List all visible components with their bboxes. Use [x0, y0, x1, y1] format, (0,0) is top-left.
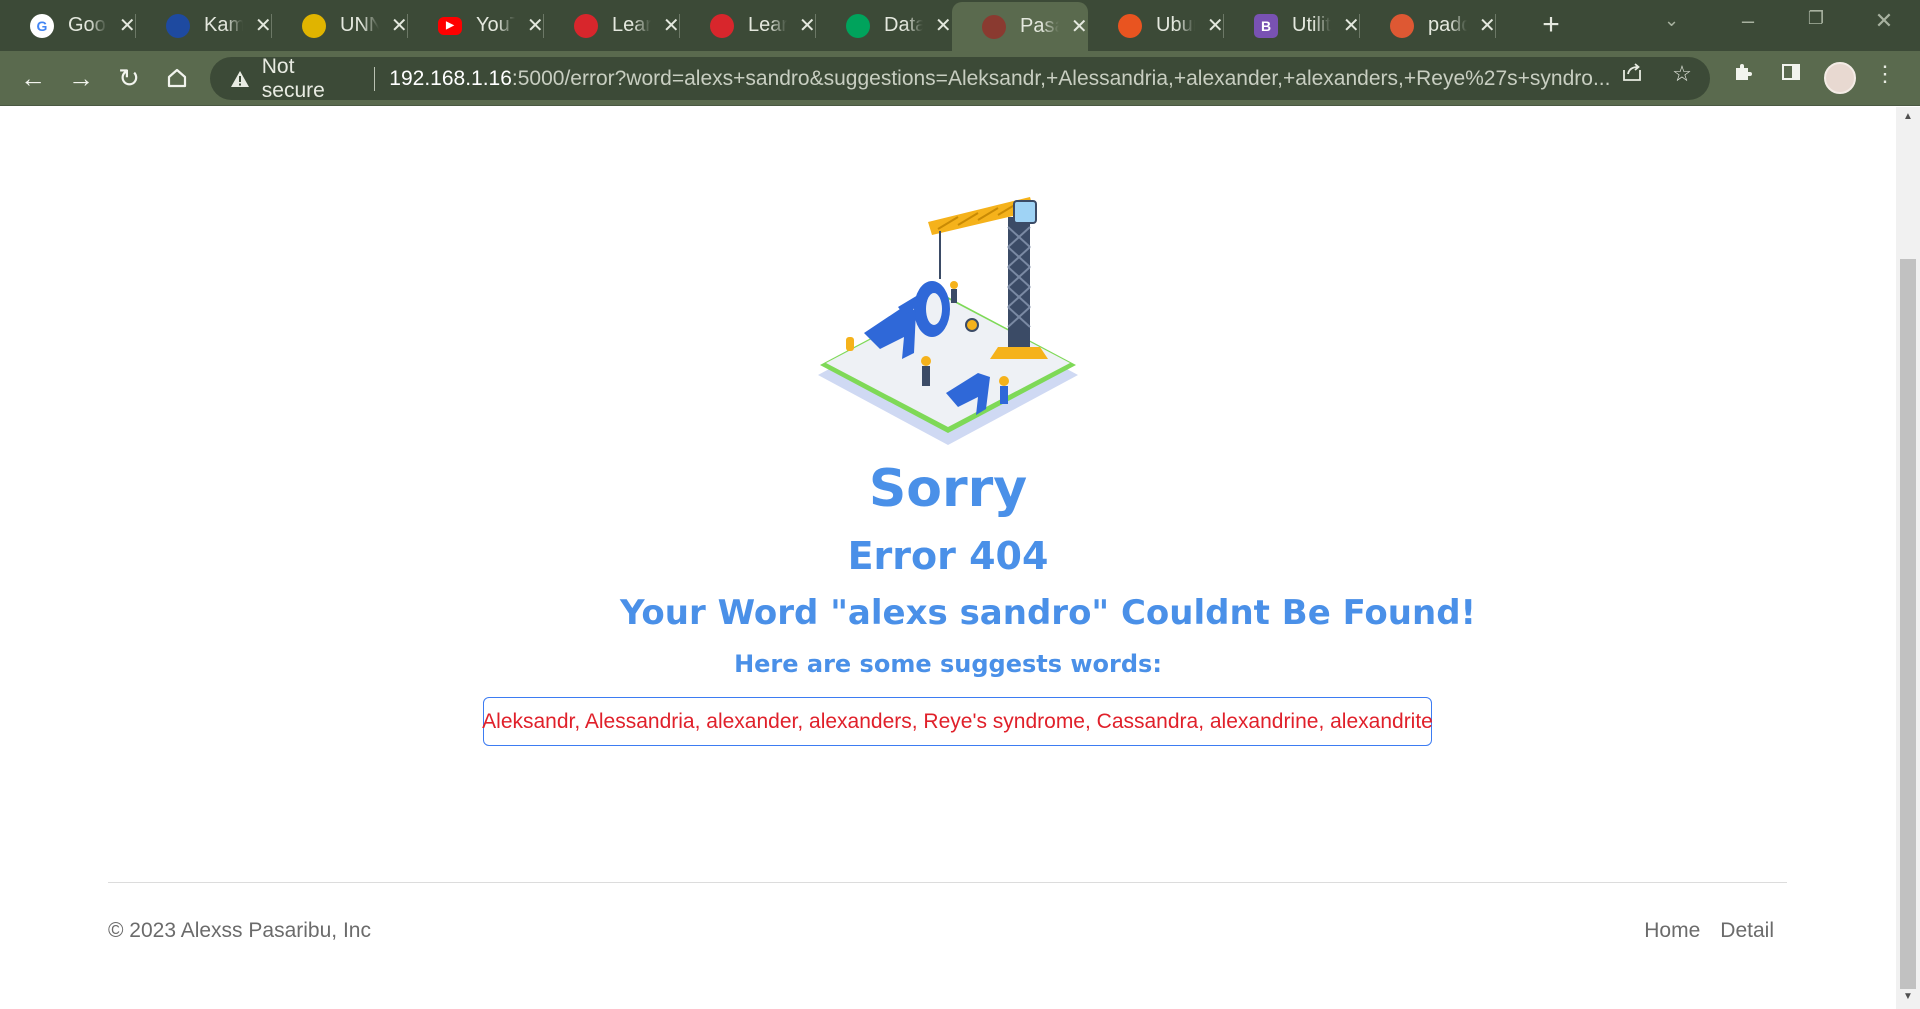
unn-icon: [302, 13, 326, 38]
new-tab-button[interactable]: +: [1534, 8, 1568, 42]
minimize-icon[interactable]: –: [1728, 8, 1768, 34]
tab-title: Ubun: [1156, 14, 1195, 36]
ubuntu-icon: [1118, 13, 1142, 38]
learn-icon: [574, 13, 598, 38]
footer-copyright: © 2023 Alexss Pasaribu, Inc: [108, 919, 371, 942]
footer-link-detail[interactable]: Detail: [1720, 919, 1774, 943]
footer-link-home[interactable]: Home: [1644, 919, 1700, 943]
page-scrollbar[interactable]: ▲ ▼: [1896, 107, 1920, 1009]
side-panel-icon[interactable]: [1776, 61, 1806, 89]
tab-close-icon[interactable]: ✕: [799, 13, 817, 38]
browser-tab[interactable]: G Goog ✕: [0, 0, 136, 51]
youtube-icon: ▶: [438, 16, 462, 35]
browser-tab[interactable]: Learn ✕: [544, 0, 680, 51]
footer-divider: [108, 882, 1787, 883]
tab-close-icon[interactable]: ✕: [391, 13, 409, 38]
construction-404-illustration: [818, 197, 1078, 445]
tab-close-icon[interactable]: ✕: [663, 13, 681, 38]
tab-title: Utilit: [1292, 14, 1331, 36]
browser-tab[interactable]: Kamp ✕: [136, 0, 272, 51]
browser-toolbar: ← → ↻ Not secure 192.168.1.16 :5000/erro…: [0, 51, 1920, 106]
close-window-icon[interactable]: ✕: [1864, 8, 1904, 34]
not-secure-warning-icon[interactable]: [228, 67, 252, 91]
tab-close-icon[interactable]: ✕: [527, 13, 545, 38]
browser-tab[interactable]: Datal ✕: [816, 0, 952, 51]
address-divider: [374, 66, 376, 91]
restore-icon[interactable]: ❐: [1796, 8, 1836, 29]
tab-strip: GGoog✕Kamp✕UNN✕▶YouT✕Learn✕Learn✕Datal✕P…: [0, 0, 1920, 51]
forward-icon[interactable]: →: [62, 59, 100, 97]
tab-title: padd: [1428, 14, 1467, 36]
bookmark-star-icon[interactable]: ☆: [1667, 61, 1697, 87]
tab-close-icon[interactable]: ✕: [935, 13, 953, 38]
not-found-message: Your Word "alexs sandro" Couldnt Be Foun…: [619, 593, 1477, 633]
scroll-down-arrow-icon[interactable]: ▼: [1896, 991, 1920, 1002]
browser-tab[interactable]: UNN ✕: [272, 0, 408, 51]
browser-tab[interactable]: padd ✕: [1360, 0, 1496, 51]
back-icon[interactable]: ←: [14, 59, 52, 97]
mongodb-icon: [846, 13, 870, 38]
tab-close-icon[interactable]: ✕: [255, 13, 273, 38]
tab-title: Learn: [612, 14, 651, 36]
scroll-up-arrow-icon[interactable]: ▲: [1896, 111, 1920, 122]
tab-title: Learn: [748, 14, 787, 36]
tab-close-icon[interactable]: ✕: [1071, 14, 1089, 39]
tab-close-icon[interactable]: ✕: [1207, 13, 1225, 38]
home-icon[interactable]: [158, 59, 196, 97]
error-code: Error 404: [847, 534, 1049, 578]
bootstrap-icon: B: [1254, 13, 1278, 38]
learn-icon: [710, 13, 734, 38]
reload-icon[interactable]: ↻: [110, 59, 148, 97]
security-label: Not secure: [261, 54, 325, 102]
url-host: 192.168.1.16: [389, 66, 512, 90]
browser-tab[interactable]: Pasar ✕: [952, 2, 1088, 51]
scrollbar-thumb[interactable]: [1900, 259, 1916, 989]
url-path: :5000/error?word=alexs+sandro&suggestion…: [511, 66, 1611, 90]
extensions-icon[interactable]: [1728, 61, 1758, 89]
tab-title: YouT: [476, 14, 515, 36]
tab-title: Goog: [68, 14, 107, 36]
google-icon: G: [30, 13, 54, 38]
tab-close-icon[interactable]: ✕: [119, 13, 137, 38]
duckduckgo-icon: [1390, 13, 1414, 38]
menu-kebab-icon[interactable]: ⋮: [1870, 61, 1900, 87]
page-heading: Sorry: [868, 459, 1028, 519]
tab-search-icon[interactable]: ⌄: [1664, 10, 1679, 31]
tab-close-icon[interactable]: ✕: [1479, 13, 1497, 38]
browser-tab[interactable]: ▶ YouT ✕: [408, 0, 544, 51]
kampus-icon: [166, 13, 190, 38]
pasar-icon: [982, 14, 1006, 39]
suggestions-box: Aleksandr, Alessandria, alexander, alexa…: [482, 697, 1433, 746]
suggestions-label: Here are some suggests words:: [734, 650, 1162, 678]
tab-close-icon[interactable]: ✕: [1343, 13, 1361, 38]
tab-title: Datal: [884, 14, 923, 36]
tab-title: Kamp: [204, 14, 243, 36]
browser-tab[interactable]: Learn ✕: [680, 0, 816, 51]
address-bar[interactable]: Not secure 192.168.1.16 :5000/error?word…: [210, 54, 1710, 102]
tab-title: UNN: [340, 14, 379, 36]
browser-tab[interactable]: Ubun ✕: [1088, 0, 1224, 51]
profile-avatar[interactable]: [1824, 62, 1856, 94]
share-icon[interactable]: [1617, 61, 1647, 89]
tab-separator: [1495, 14, 1496, 38]
page-content: Sorry Error 404 Your Word "alexs sandro"…: [0, 107, 1896, 1009]
tab-title: Pasar: [1020, 15, 1059, 37]
browser-tab[interactable]: B Utilit ✕: [1224, 0, 1360, 51]
footer-nav: Home Detail: [1644, 919, 1774, 943]
